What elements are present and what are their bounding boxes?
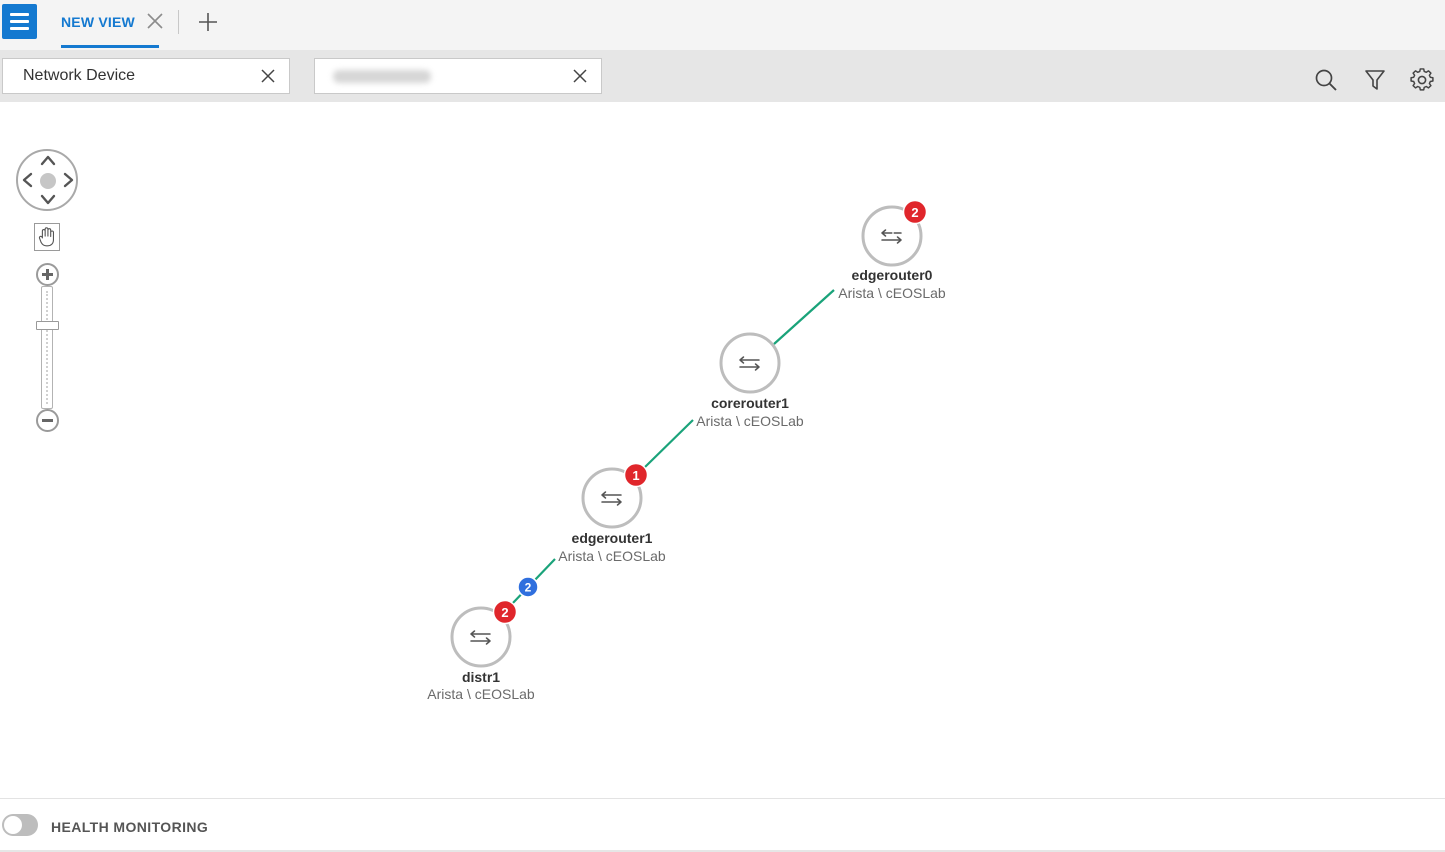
tab-new-view[interactable]: NEW VIEW [61, 0, 159, 50]
topology-graph: 2 1 2 2 [450, 199, 928, 668]
close-icon[interactable] [146, 12, 164, 30]
node-name: distr1 [461, 669, 501, 685]
svg-text:2: 2 [911, 205, 918, 220]
alert-badge-edgerouter1[interactable]: 1 [623, 462, 649, 488]
close-icon[interactable] [261, 69, 275, 83]
active-tab-indicator [61, 45, 159, 48]
toggle-knob [4, 816, 22, 834]
node-subtitle: Arista \ cEOSLab [558, 548, 666, 564]
hamburger-icon[interactable] [2, 4, 37, 39]
node-name: edgerouter0 [851, 267, 933, 283]
node-subtitle: Arista \ cEOSLab [427, 686, 535, 702]
node-corerouter1[interactable] [719, 332, 781, 394]
alert-badge-edgerouter0[interactable]: 2 [902, 199, 928, 225]
node-subtitle: Arista \ cEOSLab [696, 413, 804, 429]
search-icon[interactable] [1314, 68, 1338, 92]
tab-divider [178, 10, 179, 34]
health-monitoring-toggle[interactable] [2, 814, 38, 836]
health-monitoring-label: HEALTH MONITORING [51, 819, 209, 835]
alert-badge-distr1[interactable]: 2 [492, 599, 518, 625]
tab-bar: NEW VIEW [0, 0, 1445, 50]
node-name: edgerouter1 [571, 530, 653, 546]
filter-icon[interactable] [1363, 68, 1387, 92]
redacted-value [333, 70, 431, 83]
node-subtitle: Arista \ cEOSLab [838, 285, 946, 301]
filter-chip-redacted[interactable] [314, 58, 602, 94]
filter-chip-value: Network Device [23, 67, 136, 84]
bottom-bar: HEALTH MONITORING [0, 798, 1445, 852]
tab-label: NEW VIEW [61, 14, 135, 30]
filter-chip-network-device[interactable]: Network Device [2, 58, 290, 94]
node-name: corerouter1 [711, 395, 789, 411]
close-icon[interactable] [573, 69, 587, 83]
gear-icon[interactable] [1410, 68, 1434, 92]
svg-text:1: 1 [632, 468, 639, 483]
topology-canvas[interactable]: 2 1 2 2 edgerouter0 Arista \ cEOSLab cor… [0, 102, 1445, 798]
link-badge-edgerouter1-distr1[interactable]: 2 [517, 576, 539, 598]
filter-bar: Network Device [0, 50, 1445, 102]
svg-text:2: 2 [525, 581, 532, 595]
svg-text:2: 2 [501, 605, 508, 620]
plus-icon[interactable] [198, 12, 218, 32]
